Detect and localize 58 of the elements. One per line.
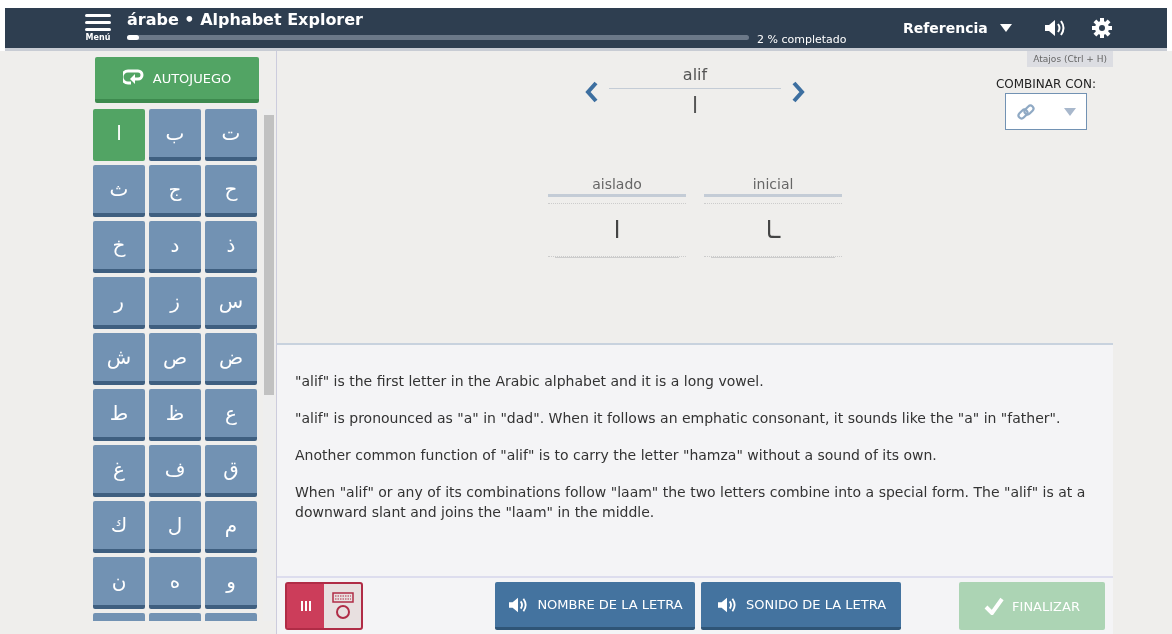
- combine-label: COMBINAR CON:: [995, 77, 1097, 91]
- letter-tile[interactable]: ز: [149, 277, 201, 329]
- letter-tile[interactable]: م: [205, 501, 257, 553]
- chevron-left-icon[interactable]: [585, 80, 599, 103]
- description-paragraph: Another common function of "alif" is to carry the letter "hamza" without a sound of its own.: [295, 446, 938, 465]
- letter-tile[interactable]: ق: [205, 445, 257, 497]
- letter-tile[interactable]: ن: [93, 557, 145, 609]
- settings-icon[interactable]: [1091, 18, 1112, 38]
- caret-icon: [1064, 107, 1076, 116]
- letter-tile[interactable]: ث: [93, 165, 145, 217]
- description-paragraph: "alif" is pronounced as "a" in "dad". When it follows an emphatic consonant, it sounds like the "a" in "father".: [295, 409, 1062, 428]
- letter-tile[interactable]: خ: [93, 221, 145, 273]
- combine-dropdown[interactable]: [1005, 93, 1087, 130]
- letter-tile[interactable]: ر: [93, 277, 145, 329]
- letter-tile[interactable]: ب: [149, 109, 201, 161]
- autoplay-button[interactable]: AUTOJUEGO: [95, 57, 259, 103]
- letter-tile[interactable]: ع: [205, 389, 257, 441]
- chevron-right-icon[interactable]: [791, 80, 805, 103]
- letter-glyph: ا: [691, 93, 699, 118]
- reference-dropdown[interactable]: Referencia: [897, 19, 1018, 37]
- letter-tile[interactable]: و: [205, 557, 257, 609]
- speaker-icon: [715, 595, 738, 614]
- letter-tile[interactable]: ه: [149, 557, 201, 609]
- form-glyph: ا: [613, 216, 621, 244]
- letter-tile[interactable]: ل: [149, 501, 201, 553]
- shortcut-hint: Atajos (Ctrl + H): [1027, 51, 1113, 67]
- letter-tile[interactable]: ط: [93, 389, 145, 441]
- caret-icon: [999, 24, 1012, 32]
- play-sound-button[interactable]: NOMBRE DE LA LETRA: [495, 582, 695, 630]
- letter-tile[interactable]: ظ: [149, 389, 201, 441]
- letter-tile[interactable]: ف: [149, 445, 201, 497]
- form-label: aislado: [548, 176, 686, 197]
- letter-tile[interactable]: غ: [93, 445, 145, 497]
- letter-tile[interactable]: س: [205, 277, 257, 329]
- description-paragraph: "alif" is the first letter in the Arabic alphabet and it is a long vowel.: [295, 372, 765, 391]
- repeat-arrow-icon: [122, 69, 145, 87]
- letter-tile[interactable]: ا: [93, 109, 145, 161]
- form-label: inicial: [704, 176, 842, 197]
- letter-tile[interactable]: ت: [205, 109, 257, 161]
- letter-tile[interactable]: ض: [205, 333, 257, 385]
- letter-tile[interactable]: ص: [149, 333, 201, 385]
- menu-button[interactable]: Menú: [85, 14, 111, 42]
- description-paragraph: When "alif" or any of its combinations follow "laam" the two letters combine into a special form. The "alif" is at a downward slant and joins the "laam" in the middle.: [295, 483, 1087, 522]
- speaker-icon[interactable]: [1043, 18, 1066, 38]
- letter-tile[interactable]: ج: [149, 165, 201, 217]
- letter-tile[interactable]: ك: [93, 501, 145, 553]
- letter-name: alif: [609, 65, 781, 89]
- checkmark-icon: [984, 597, 1005, 615]
- letter-tile[interactable]: د: [149, 221, 201, 273]
- app-title: árabe • Alphabet Explorer: [127, 10, 364, 29]
- progress-text: 2 % completado: [757, 32, 847, 46]
- play-sound-button[interactable]: SONIDO DE LA LETRA: [701, 582, 901, 630]
- letter-tile[interactable]: ش: [93, 333, 145, 385]
- form-glyph: ـا: [765, 216, 781, 244]
- menu-icon: [85, 14, 111, 32]
- link-icon: [1016, 101, 1036, 122]
- letter-tile[interactable]: ح: [205, 165, 257, 217]
- letter-tile[interactable]: ذ: [205, 221, 257, 273]
